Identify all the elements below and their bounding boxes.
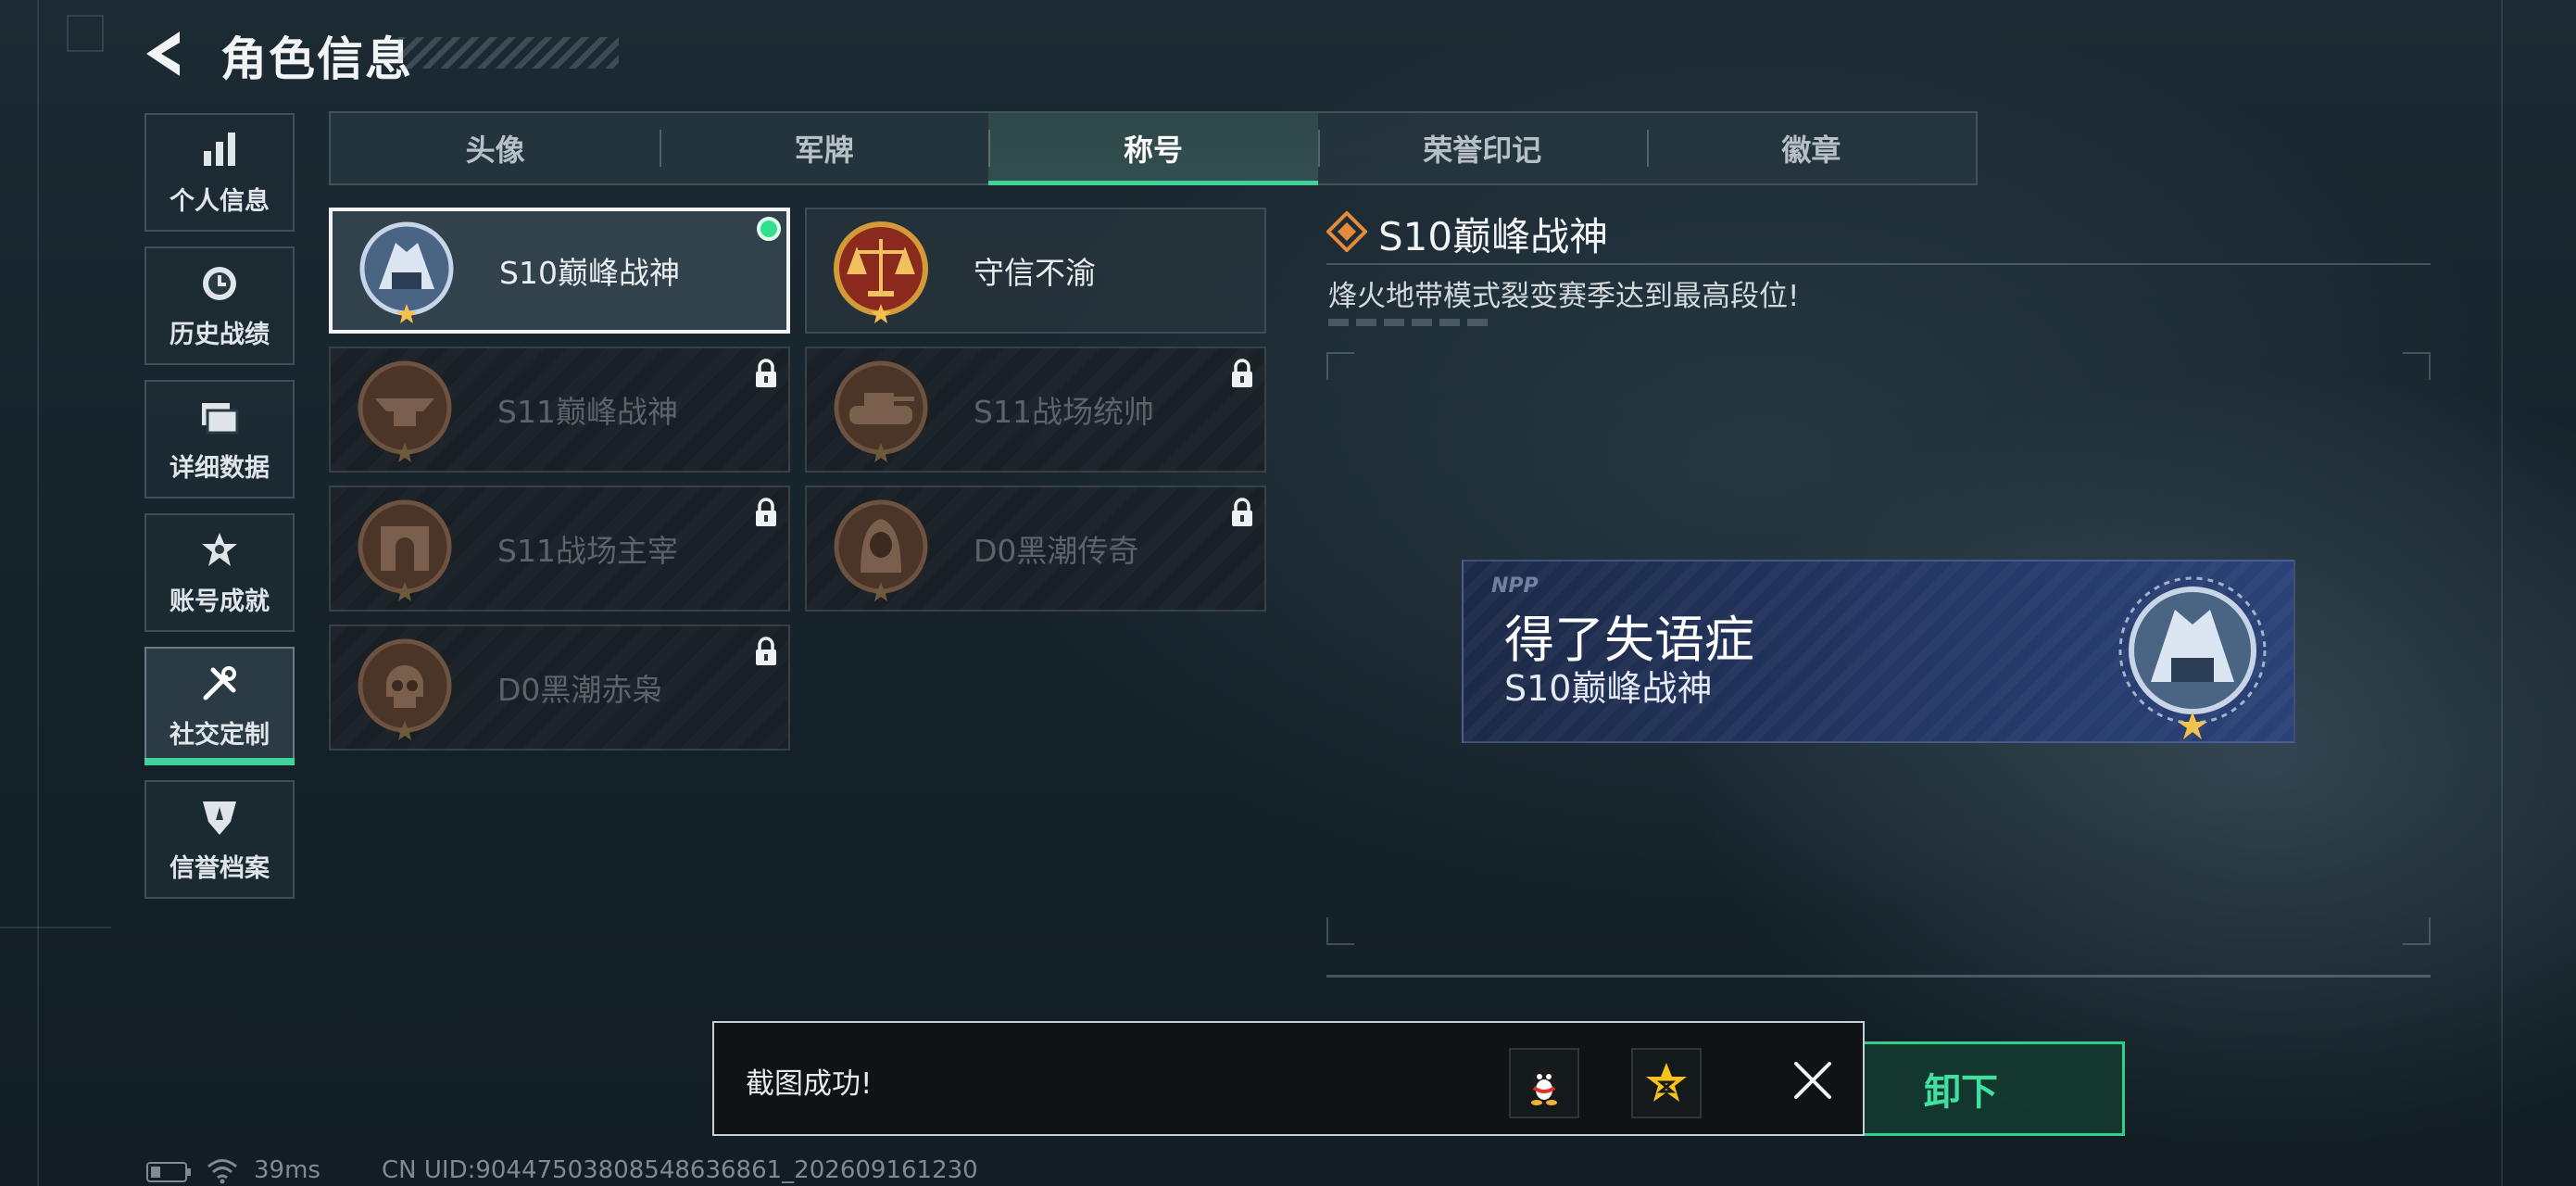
ping-readout: 39ms — [254, 1156, 320, 1184]
sidebar-item-label: 历史战绩 — [170, 320, 270, 349]
tank-medal-icon — [834, 360, 928, 462]
category-tabs: 头像 军牌 称号 荣誉印记 徽章 — [329, 111, 1978, 185]
arch-medal-icon — [358, 499, 452, 601]
clock-icon — [203, 266, 236, 300]
unequip-button-label: 卸下 — [1924, 1071, 1998, 1114]
title-card-name: S10巅峰战神 — [499, 255, 680, 291]
qq-penguin-icon — [1531, 1067, 1557, 1105]
grid-line-decoration — [37, 0, 39, 1186]
equipped-indicator — [757, 217, 781, 241]
share-qzone-button[interactable] — [1631, 1048, 1702, 1118]
hooded-medal-icon — [834, 499, 928, 601]
title-card-d0-black-tide-owl[interactable]: D0黑潮赤枭 — [329, 625, 790, 751]
divider — [1326, 263, 2431, 265]
title-card-d0-black-tide-legend[interactable]: D0黑潮传奇 — [805, 486, 1266, 612]
banner-logo: NPP — [1491, 574, 1539, 598]
lock-icon — [756, 637, 776, 665]
description-subtext-decoration — [1328, 319, 1495, 326]
sidebar-item-match-history[interactable]: 历史战绩 — [145, 246, 295, 365]
sidebar-item-label: 社交定制 — [170, 720, 270, 750]
corner-frame-decoration — [67, 15, 104, 52]
title-card-s10-peak[interactable]: S10巅峰战神 — [329, 208, 790, 334]
sidebar-item-label: 个人信息 — [170, 186, 270, 216]
battery-icon — [146, 1162, 191, 1182]
title-card-s11-dominator[interactable]: S11战场主宰 — [329, 486, 790, 612]
title-card-keep-faith[interactable]: 守信不渝 — [805, 208, 1266, 334]
skull-medal-icon — [358, 638, 452, 740]
bar-chart-icon — [204, 132, 235, 166]
scales-medal-icon — [834, 221, 928, 323]
page-title: 角色信息 — [220, 32, 413, 86]
selected-title-description: 烽火地带模式裂变赛季达到最高段位! — [1328, 280, 1800, 313]
name-card-preview: NPP 得了失语症 S10巅峰战神 — [1462, 560, 2295, 743]
title-card-name: S11战场主宰 — [497, 533, 678, 569]
user-uid: CN UID:904475038085486368​61_20260916123… — [382, 1156, 978, 1184]
tab-avatar[interactable]: 头像 — [331, 113, 660, 183]
tab-badge[interactable]: 徽章 — [1646, 113, 1976, 183]
title-card-s11-commander[interactable]: S11战场统帅 — [805, 347, 1266, 473]
grid-line-decoration — [0, 927, 111, 928]
title-stripes-decoration — [398, 37, 619, 69]
qzone-star-icon — [1646, 1063, 1687, 1102]
tab-title[interactable]: 称号 — [988, 113, 1318, 185]
lock-icon — [756, 498, 776, 526]
toast-message: 截图成功! — [746, 1067, 873, 1101]
title-card-s11-peak[interactable]: S11巅峰战神 — [329, 347, 790, 473]
sidebar-item-label: 详细数据 — [170, 453, 270, 483]
sidebar-item-detailed-data[interactable]: 详细数据 — [145, 380, 295, 498]
grid-line-decoration — [2501, 0, 2503, 1186]
sidebar-item-personal-info[interactable]: 个人信息 — [145, 113, 295, 232]
sidebar-item-label: 信誉档案 — [170, 853, 270, 883]
s10-peak-medal-icon — [2118, 576, 2267, 739]
title-card-name: S11巅峰战神 — [497, 394, 678, 430]
divider — [1326, 975, 2431, 978]
screenshot-toast: 截图成功! — [712, 1021, 1865, 1136]
sidebar-item-credit-record[interactable]: 信誉档案 — [145, 780, 295, 899]
sidebar-item-achievements[interactable]: 账号成就 — [145, 513, 295, 632]
title-card-name: D0黑潮传奇 — [974, 533, 1139, 569]
tab-honor-mark[interactable]: 荣誉印记 — [1317, 113, 1647, 183]
sidebar-item-social-customization[interactable]: 社交定制 — [145, 647, 295, 765]
title-card-name: S11战场统帅 — [974, 394, 1154, 430]
selected-title-name: S10巅峰战神 — [1378, 214, 1609, 259]
diamond-title-icon — [1326, 211, 1367, 252]
achievement-icon — [202, 532, 237, 566]
sidebar-item-label: 账号成就 — [170, 587, 270, 616]
title-card-name: 守信不渝 — [974, 255, 1096, 291]
shield-icon — [203, 801, 236, 835]
tab-dog-tag[interactable]: 军牌 — [660, 113, 988, 183]
active-indicator — [145, 758, 295, 765]
share-qq-button[interactable] — [1509, 1048, 1579, 1118]
tools-icon — [203, 665, 236, 700]
lock-icon — [1232, 498, 1252, 526]
anvil-medal-icon — [358, 360, 452, 462]
lock-icon — [1232, 359, 1252, 387]
folder-icon — [202, 402, 239, 434]
wifi-icon — [207, 1159, 237, 1184]
s10-peak-medal-icon — [359, 221, 454, 323]
close-icon[interactable] — [1791, 1058, 1835, 1103]
player-title: S10巅峰战神 — [1504, 668, 1713, 709]
back-arrow-icon[interactable] — [139, 26, 195, 82]
title-card-name: D0黑潮赤枭 — [497, 672, 663, 708]
lock-icon — [756, 359, 776, 387]
